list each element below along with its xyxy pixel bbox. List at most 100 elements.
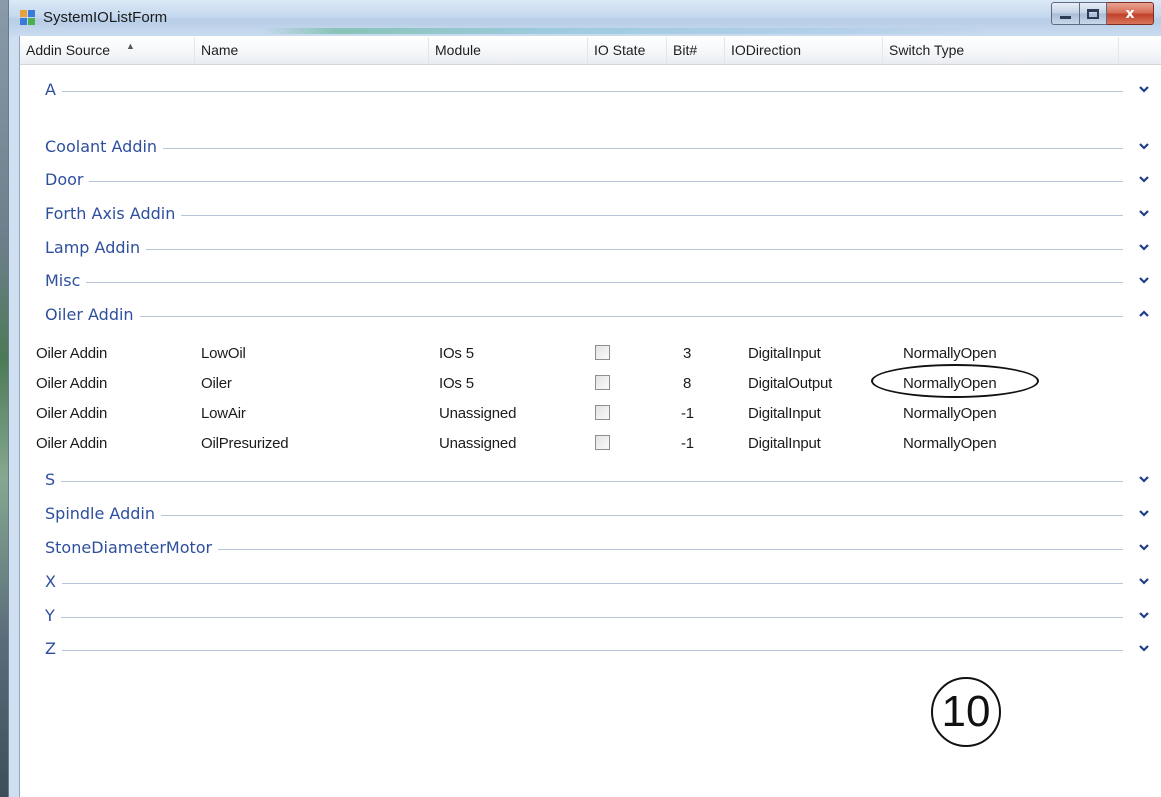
close-button[interactable]: x [1107,2,1154,25]
group-label: X [45,572,62,591]
group-label: Door [45,170,90,189]
sort-ascending-icon: ▲ [126,41,135,51]
column-header-module[interactable]: Module [429,37,588,64]
chevron-down-icon[interactable] [1137,273,1151,287]
io-state-checkbox[interactable] [595,435,610,450]
group-separator [45,316,1123,317]
group-header-s[interactable]: S [20,464,1161,496]
column-label: Module [435,42,481,58]
group-label: S [45,470,62,489]
table-row[interactable]: Oiler Addin OilPresurized Unassigned -1 … [20,429,1161,458]
chevron-down-icon[interactable] [1137,206,1151,220]
group-separator [45,617,1123,618]
column-label: Name [201,42,239,58]
highlight-ellipse [871,364,1039,398]
cell-bit: 3 [683,345,692,362]
cell-switch-type: NormallyOpen [903,405,997,422]
chevron-down-icon[interactable] [1137,240,1151,254]
group-separator [45,282,1123,283]
group-header-oiler-addin[interactable]: Oiler Addin [20,299,1161,331]
group-separator [45,215,1123,216]
group-header-x[interactable]: X [20,566,1161,598]
group-header-a[interactable]: A [20,74,1161,106]
cell-module: IOs 5 [439,345,474,362]
group-header-misc[interactable]: Misc [20,265,1161,297]
column-header-io-state[interactable]: IO State [588,37,667,64]
cell-io-direction: DigitalInput [748,405,821,422]
group-header-door[interactable]: Door [20,164,1161,196]
chevron-up-icon[interactable] [1137,307,1151,321]
column-header-switch-type[interactable]: Switch Type [883,37,1119,64]
column-label: Addin Source [26,42,111,58]
group-header-forth-axis-addin[interactable]: Forth Axis Addin [20,198,1161,230]
app-icon[interactable] [20,10,36,26]
cell-name: Oiler [201,375,232,392]
group-separator [45,148,1123,149]
group-label: Coolant Addin [45,137,164,156]
group-separator [45,515,1123,516]
table-row[interactable]: Oiler Addin LowOil IOs 5 3 DigitalInput … [20,339,1161,368]
cell-switch-type: NormallyOpen [903,435,997,452]
column-label: IO State [594,42,646,58]
chevron-down-icon[interactable] [1137,82,1151,96]
cell-module: Unassigned [439,405,517,422]
minimize-icon [1060,16,1071,19]
group-separator [45,249,1123,250]
chevron-down-icon[interactable] [1137,506,1151,520]
io-state-checkbox[interactable] [595,375,610,390]
column-header-filler [1119,37,1161,64]
table-row[interactable]: Oiler Addin LowAir Unassigned -1 Digital… [20,399,1161,428]
cell-name: LowAir [201,405,246,422]
column-label: IODirection [731,42,802,58]
maximize-button[interactable] [1080,2,1107,25]
group-label: Forth Axis Addin [45,204,182,223]
group-header-z[interactable]: Z [20,633,1161,665]
chevron-down-icon[interactable] [1137,574,1151,588]
column-header-row: Addin Source ▲ Name Module IO State Bit#… [20,37,1161,65]
group-label: Spindle Addin [45,504,161,523]
cell-addin-source: Oiler Addin [36,435,108,452]
cell-io-direction: DigitalInput [748,435,821,452]
cell-addin-source: Oiler Addin [36,345,108,362]
step-number-badge: 10 [931,677,1001,747]
app-window: SystemIOListForm x Addin Source ▲ Name M… [8,0,1161,797]
group-separator [45,481,1123,482]
client-area: Addin Source ▲ Name Module IO State Bit#… [19,36,1161,797]
group-label: Z [45,639,62,658]
chevron-down-icon[interactable] [1137,172,1151,186]
column-header-bit[interactable]: Bit# [667,37,725,64]
group-separator [45,583,1123,584]
group-header-lamp-addin[interactable]: Lamp Addin [20,232,1161,264]
maximize-icon [1087,8,1099,19]
title-bar[interactable]: SystemIOListForm x [9,0,1161,36]
window-title: SystemIOListForm [43,9,168,26]
cell-io-direction: DigitalOutput [748,375,833,392]
chevron-down-icon[interactable] [1137,472,1151,486]
group-header-stone-diameter-motor[interactable]: StoneDiameterMotor [20,532,1161,564]
column-header-io-direction[interactable]: IODirection [725,37,883,64]
group-separator [45,650,1123,651]
column-label: Switch Type [889,42,965,58]
cell-bit: 8 [683,375,692,392]
group-header-spindle-addin[interactable]: Spindle Addin [20,498,1161,530]
chevron-down-icon[interactable] [1137,641,1151,655]
group-separator [45,181,1123,182]
chevron-down-icon[interactable] [1137,540,1151,554]
chevron-down-icon[interactable] [1137,139,1151,153]
column-header-name[interactable]: Name [195,37,429,64]
desktop-background [0,0,8,797]
group-separator [45,91,1123,92]
cell-module: IOs 5 [439,375,474,392]
cell-switch-type: NormallyOpen [903,345,997,362]
caption-buttons: x [1051,2,1154,25]
group-header-y[interactable]: Y [20,600,1161,632]
group-label: StoneDiameterMotor [45,538,219,557]
minimize-button[interactable] [1051,2,1080,25]
cell-bit: -1 [681,405,694,422]
cell-addin-source: Oiler Addin [36,375,108,392]
io-state-checkbox[interactable] [595,345,610,360]
column-header-addin-source[interactable]: Addin Source ▲ [20,37,195,64]
io-state-checkbox[interactable] [595,405,610,420]
group-header-coolant-addin[interactable]: Coolant Addin [20,131,1161,163]
chevron-down-icon[interactable] [1137,608,1151,622]
